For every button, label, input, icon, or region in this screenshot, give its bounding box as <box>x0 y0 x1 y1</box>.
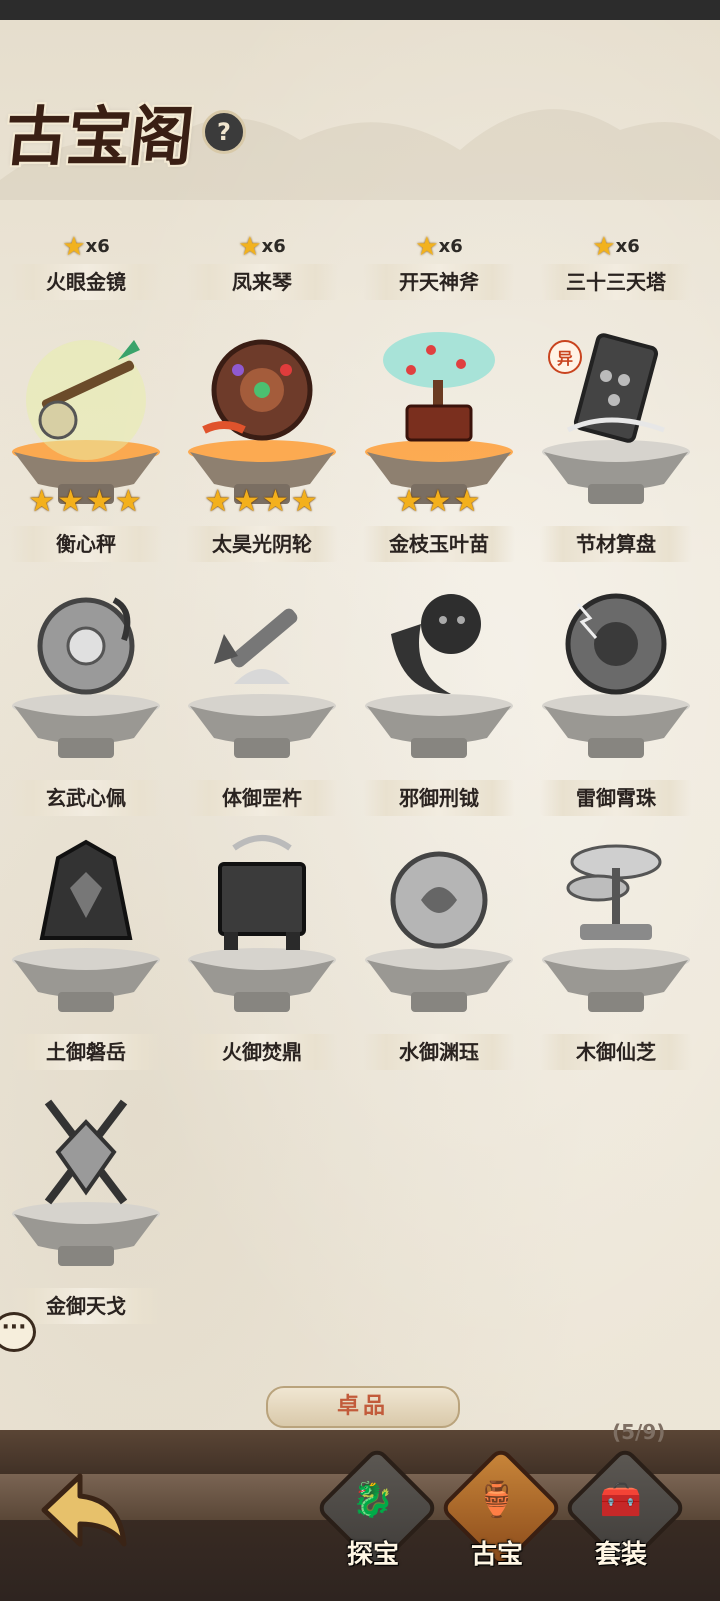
treasure-card[interactable]: 雷御霄珠 <box>530 574 702 824</box>
tab-ancient-treasure[interactable]: 🏺 古宝 <box>438 1445 564 1571</box>
treasure-name: 三十三天塔 <box>540 264 692 300</box>
treasure-name: 凤来琴 <box>186 264 338 300</box>
star-icon: ★ <box>238 232 262 262</box>
star-rating: ★★★★ <box>28 484 144 519</box>
treasure-name: 火御焚鼎 <box>186 1034 338 1070</box>
treasure-card[interactable]: ★★★★ 太昊光阴轮 <box>176 320 348 570</box>
treasure-card[interactable]: 木御仙芝 <box>530 828 702 1078</box>
status-strip <box>0 0 720 20</box>
tab-treasure-hunt[interactable]: 🐉 探宝 <box>314 1445 440 1571</box>
treasure-name: 开天神斧 <box>363 264 515 300</box>
bonsai-treasure-icon <box>383 332 495 442</box>
top-row: ★x6 火眼金镜 ★x6 凤来琴 ★x6 开天神斧 ★x6 三十三天塔 <box>0 228 720 308</box>
wheel-treasure-icon <box>202 339 313 441</box>
treasure-card[interactable]: 火御焚鼎 <box>176 828 348 1078</box>
treasure-card[interactable]: 异 节材算盘 <box>530 320 702 570</box>
page-title: 古宝阁 <box>1 100 196 175</box>
treasure-name: 体御罡杵 <box>186 780 338 816</box>
treasure-name: 水御渊珏 <box>363 1034 515 1070</box>
star-count: ★x6 <box>238 232 286 262</box>
jade-pendant-icon <box>37 597 135 695</box>
treasure-name: 金御天戈 <box>10 1288 162 1324</box>
mountain-seal-icon <box>39 839 133 940</box>
scale-treasure-icon <box>26 340 146 460</box>
thunder-orb-icon <box>565 593 667 695</box>
treasure-card[interactable]: 水御渊珏 <box>353 828 525 1078</box>
treasure-name: 火眼金镜 <box>10 264 162 300</box>
axe-treasure-icon <box>391 594 481 694</box>
treasure-name: 太昊光阴轮 <box>186 526 338 562</box>
treasure-card[interactable]: 邪御刑钺 <box>353 574 525 824</box>
variant-badge: 异 <box>548 340 582 374</box>
cauldron-icon: 🏺 <box>475 1480 519 1520</box>
tab-label: 探宝 <box>346 1540 399 1570</box>
treasure-card[interactable]: 土御磐岳 <box>0 828 172 1078</box>
treasure-name: 雷御霄珠 <box>540 780 692 816</box>
dragon-icon: 🐉 <box>351 1480 395 1520</box>
treasure-card[interactable]: ★x6 三十三天塔 <box>530 228 702 308</box>
tab-set[interactable]: 🧰 套装 <box>562 1445 688 1571</box>
treasure-card[interactable]: 体御罡杵 <box>176 574 348 824</box>
star-rating: ★★★ <box>395 484 483 519</box>
back-arrow-icon[interactable] <box>40 1470 130 1550</box>
grade-banner[interactable]: 卓品 <box>266 1386 460 1428</box>
treasure-name: 节材算盘 <box>540 526 692 562</box>
treasure-card[interactable]: ★x6 凤来琴 <box>176 228 348 308</box>
treasure-name: 玄武心佩 <box>10 780 162 816</box>
cauldron-treasure-icon <box>218 835 306 950</box>
star-icon: ★ <box>592 232 616 262</box>
treasure-name: 衡心秤 <box>10 526 162 562</box>
water-jade-icon <box>390 851 488 949</box>
treasure-card[interactable]: ★x6 火眼金镜 <box>0 228 172 308</box>
lingzhi-treasure-icon <box>566 844 662 940</box>
page-header: 古宝阁 ? <box>1 86 246 178</box>
treasure-name: 木御仙芝 <box>540 1034 692 1070</box>
star-icon: ★ <box>415 232 439 262</box>
treasure-card[interactable]: 金御天戈 <box>0 1082 172 1332</box>
chest-icon: 🧰 <box>599 1480 643 1520</box>
help-icon[interactable]: ? <box>202 110 246 154</box>
vajra-treasure-icon <box>214 608 298 684</box>
star-icon: ★ <box>62 232 86 262</box>
star-rating: ★★★★ <box>204 484 320 519</box>
collection-count: (5/9) <box>612 1420 666 1444</box>
treasure-card[interactable]: 玄武心佩 <box>0 574 172 824</box>
star-count: ★x6 <box>62 232 110 262</box>
treasure-name: 土御磐岳 <box>10 1034 162 1070</box>
treasure-card[interactable]: ★x6 开天神斧 <box>353 228 525 308</box>
tab-label: 古宝 <box>470 1540 523 1570</box>
star-count: ★x6 <box>592 232 640 262</box>
treasure-card[interactable]: ★★★★ 衡心秤 <box>0 320 172 570</box>
tab-label: 套装 <box>594 1540 647 1570</box>
star-count: ★x6 <box>415 232 463 262</box>
halberd-treasure-icon <box>44 1099 128 1205</box>
treasure-name: 金枝玉叶苗 <box>363 526 515 562</box>
treasure-card[interactable]: ★★★ 金枝玉叶苗 <box>353 320 525 570</box>
treasure-name: 邪御刑钺 <box>363 780 515 816</box>
